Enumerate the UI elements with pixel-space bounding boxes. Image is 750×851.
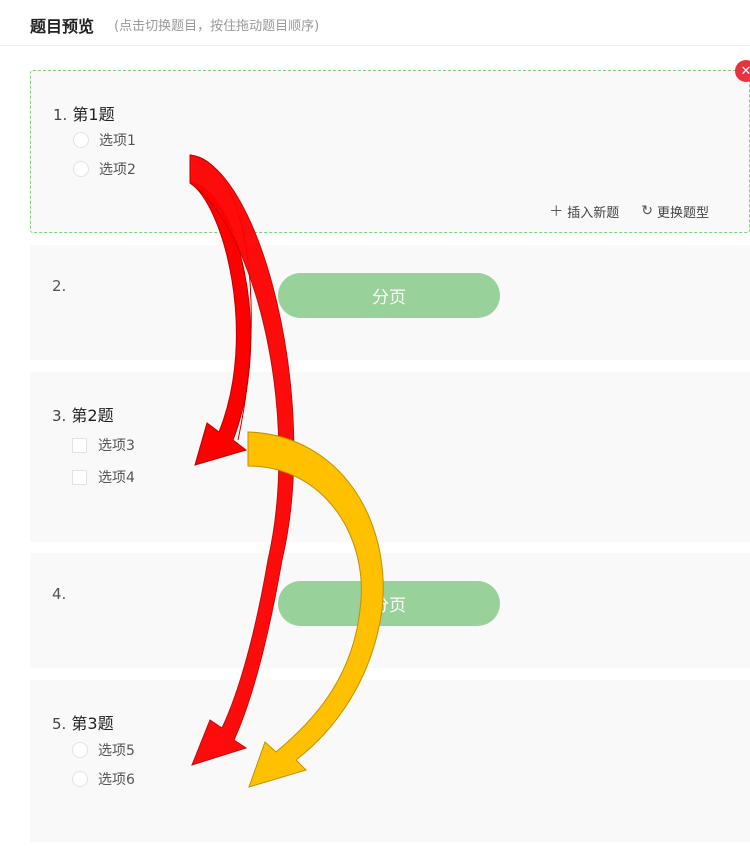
question-text: 第1题 — [72, 105, 115, 124]
question-title: 5. 第3题 — [52, 710, 114, 734]
panel-hint: (点击切换题目，按住拖动题目顺序) — [114, 19, 320, 34]
change-type-label: 更换题型 — [656, 205, 709, 221]
page-break-label: 分页 — [372, 596, 406, 616]
option-label: 选项5 — [98, 743, 135, 759]
option-label: 选项1 — [99, 133, 136, 149]
checkbox[interactable] — [72, 469, 87, 485]
refresh-icon: ↻ — [641, 203, 653, 219]
question-text: 第2题 — [71, 406, 114, 425]
question-card-3[interactable]: 3. 第2题 选项3 选项4 — [30, 372, 750, 542]
question-title: 3. 第2题 — [52, 402, 114, 426]
insert-question-button[interactable]: ＋ 插入新题 — [549, 201, 619, 221]
option-item[interactable]: 选项3 — [72, 436, 135, 454]
question-number: 5. — [52, 715, 67, 733]
option-label: 选项6 — [98, 772, 135, 788]
option-item[interactable]: 选项4 — [72, 468, 135, 486]
question-card-1[interactable]: 1. 第1题 选项1 选项2 ＋ 插入新题 ↻ 更换题型 — [30, 70, 750, 233]
plus-icon: ＋ — [549, 204, 564, 220]
panel-header: 题目预览 (点击切换题目，按住拖动题目顺序) — [0, 0, 750, 46]
option-item[interactable]: 选项2 — [73, 160, 136, 178]
option-item[interactable]: 选项5 — [72, 741, 135, 759]
option-label: 选项2 — [99, 162, 136, 178]
question-number: 2. — [52, 277, 67, 295]
panel-title: 题目预览 — [30, 17, 95, 36]
question-number: 3. — [52, 407, 67, 425]
question-preview-panel: 题目预览 (点击切换题目，按住拖动题目顺序) 1. 第1题 选项1 选项2 ＋ … — [0, 0, 750, 851]
radio-button[interactable] — [72, 771, 88, 787]
insert-question-label: 插入新题 — [567, 205, 620, 221]
delete-question-button[interactable]: ✕ — [735, 60, 750, 82]
radio-button[interactable] — [72, 742, 88, 758]
page-break-pill: 分页 — [278, 581, 500, 626]
option-label: 选项4 — [98, 470, 135, 486]
question-number: 1. — [53, 106, 68, 124]
option-item[interactable]: 选项1 — [73, 131, 136, 149]
change-type-button[interactable]: ↻ 更换题型 — [641, 201, 709, 221]
page-break-card-2[interactable]: 2. 分页 — [30, 245, 750, 360]
page-break-card-4[interactable]: 4. 分页 — [30, 553, 750, 668]
radio-button[interactable] — [73, 132, 89, 148]
close-icon: ✕ — [740, 63, 750, 79]
radio-button[interactable] — [73, 161, 89, 177]
question-actions: ＋ 插入新题 ↻ 更换题型 — [549, 201, 709, 221]
option-label: 选项3 — [98, 438, 135, 454]
option-item[interactable]: 选项6 — [72, 770, 135, 788]
checkbox[interactable] — [72, 437, 87, 453]
page-break-pill: 分页 — [278, 273, 500, 318]
question-card-5[interactable]: 5. 第3题 选项5 选项6 — [30, 680, 750, 842]
question-text: 第3题 — [71, 714, 114, 733]
question-number: 4. — [52, 585, 67, 603]
page-break-label: 分页 — [372, 288, 406, 308]
question-title: 1. 第1题 — [53, 101, 115, 125]
